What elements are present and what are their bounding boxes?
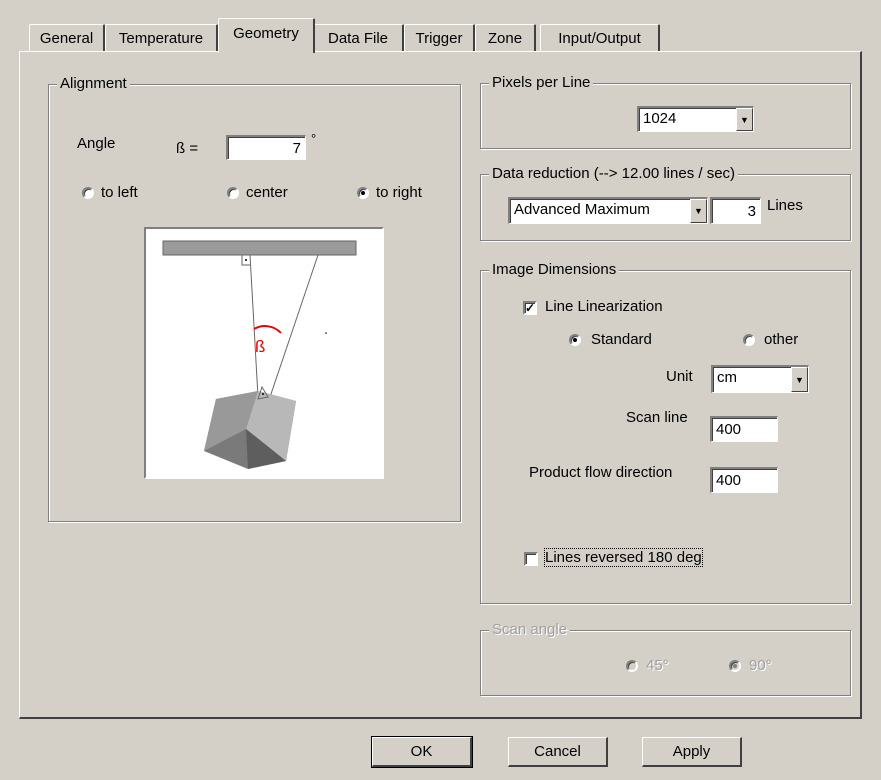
- alignment-title: Alignment: [57, 75, 130, 92]
- chevron-down-icon[interactable]: ▼: [791, 367, 808, 392]
- alignment-diagram: ß: [144, 227, 384, 479]
- data-reduction-title: Data reduction (--> 12.00 lines / sec): [489, 165, 739, 182]
- other-radio[interactable]: [743, 334, 755, 346]
- line-linearization-checkbox[interactable]: ✓: [523, 301, 537, 315]
- data-reduction-mode-select[interactable]: Advanced Maximum ▼: [508, 197, 708, 224]
- data-reduction-lines-input[interactable]: [710, 197, 761, 224]
- tab-input-output[interactable]: Input/Output: [540, 24, 660, 52]
- scan-angle-group: Scan angle 45° 90°: [480, 621, 851, 696]
- pixels-per-line-value: 1024: [643, 110, 677, 127]
- lines-reversed-checkbox[interactable]: [524, 552, 538, 566]
- line-linearization-label[interactable]: Line Linearization: [545, 298, 663, 315]
- data-reduction-mode-value: Advanced Maximum: [514, 201, 650, 218]
- tab-panel: Alignment Angle ß = ° to left center to …: [19, 51, 862, 719]
- beta-label: ß =: [176, 140, 199, 157]
- degree-symbol: °: [311, 131, 317, 146]
- ok-button[interactable]: OK: [371, 736, 473, 768]
- standard-radio[interactable]: [569, 334, 581, 346]
- image-dimensions-group: Image Dimensions ✓ Line Linearization St…: [480, 261, 851, 604]
- alignment-group: Alignment Angle ß = ° to left center to …: [48, 75, 461, 522]
- data-reduction-group: Data reduction (--> 12.00 lines / sec) A…: [480, 165, 851, 241]
- scan-line-input[interactable]: [710, 416, 778, 442]
- unit-label: Unit: [666, 368, 693, 385]
- pixels-per-line-group: Pixels per Line 1024 ▼: [480, 74, 851, 149]
- tab-geometry[interactable]: Geometry: [218, 18, 315, 53]
- tab-trigger-label: Trigger: [415, 30, 463, 47]
- scan-angle-45-radio[interactable]: [626, 660, 638, 672]
- chevron-down-icon[interactable]: ▼: [736, 108, 753, 131]
- tab-temperature[interactable]: Temperature: [105, 24, 218, 52]
- product-flow-label: Product flow direction: [529, 464, 673, 481]
- scanner-tilt-diagram: ß: [162, 240, 357, 469]
- tab-data-file-label: Data File: [327, 30, 389, 47]
- lines-reversed-label[interactable]: Lines reversed 180 deg: [544, 548, 703, 567]
- scan-line-label: Scan line: [626, 409, 688, 426]
- align-left-radio[interactable]: [82, 187, 94, 199]
- tab-trigger[interactable]: Trigger: [404, 24, 475, 52]
- tab-temperature-label: Temperature: [118, 30, 204, 47]
- scan-angle-title: Scan angle: [489, 621, 571, 638]
- standard-label[interactable]: Standard: [591, 331, 652, 348]
- scan-angle-90-radio[interactable]: [729, 660, 741, 672]
- tab-data-file[interactable]: Data File: [313, 24, 404, 52]
- unit-value: cm: [717, 369, 737, 386]
- cancel-button[interactable]: Cancel: [508, 737, 608, 767]
- pixels-per-line-title: Pixels per Line: [489, 74, 594, 91]
- align-right-label[interactable]: to right: [376, 184, 422, 201]
- align-right-radio[interactable]: [357, 187, 369, 199]
- tab-zone-label: Zone: [487, 30, 523, 47]
- tab-general[interactable]: General: [29, 24, 105, 52]
- align-center-radio[interactable]: [227, 187, 239, 199]
- angle-label: Angle: [77, 135, 116, 152]
- align-left-label[interactable]: to left: [101, 184, 138, 201]
- beta-angle-input[interactable]: [226, 135, 306, 160]
- diagram-beta-symbol: ß: [255, 337, 265, 356]
- tab-zone[interactable]: Zone: [475, 24, 536, 52]
- apply-button[interactable]: Apply: [642, 737, 742, 767]
- tab-geometry-label: Geometry: [233, 25, 299, 42]
- tab-general-label: General: [39, 30, 94, 47]
- unit-select[interactable]: cm ▼: [711, 365, 809, 393]
- scan-angle-90-label[interactable]: 90°: [749, 657, 772, 674]
- product-flow-input[interactable]: [710, 467, 778, 493]
- image-dimensions-title: Image Dimensions: [489, 261, 620, 278]
- chevron-down-icon[interactable]: ▼: [690, 199, 707, 223]
- align-center-label[interactable]: center: [246, 184, 288, 201]
- other-label[interactable]: other: [764, 331, 798, 348]
- pixels-per-line-select[interactable]: 1024 ▼: [637, 106, 754, 132]
- scan-angle-45-label[interactable]: 45°: [646, 657, 669, 674]
- data-reduction-lines-label: Lines: [767, 197, 803, 214]
- tab-input-output-label: Input/Output: [558, 30, 641, 47]
